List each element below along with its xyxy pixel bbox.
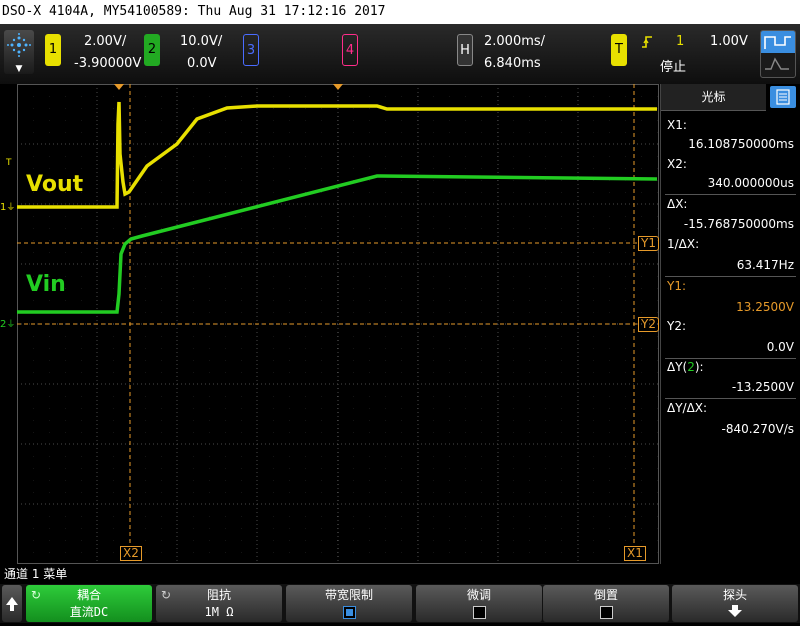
x1-label: X1: bbox=[667, 118, 687, 132]
control-bar: ▼ 1 2.00V/ -3.90000V 2 10.0V/ 0.0V 3 4 H… bbox=[0, 24, 800, 84]
fine-checkbox[interactable] bbox=[472, 606, 486, 619]
y1-value: 13.2500V bbox=[736, 300, 794, 314]
dydx-label: ΔY/ΔX: bbox=[667, 401, 708, 415]
cursor-y1-tag[interactable]: Y1 bbox=[638, 236, 659, 251]
coupling-label: 耦合 bbox=[76, 588, 101, 602]
horizontal-button[interactable]: H bbox=[457, 34, 473, 66]
ch1-ground-marker[interactable]: 1⏚ bbox=[0, 201, 17, 215]
y2-value: 0.0V bbox=[766, 340, 794, 354]
cursor-x2-tag[interactable]: X2 bbox=[120, 546, 142, 561]
bandwidth-limit-softkey[interactable]: 带宽限制 bbox=[286, 585, 412, 622]
dx-value: -15.768750000ms bbox=[683, 217, 794, 231]
fine-label: 微调 bbox=[466, 588, 491, 602]
channel-2-button[interactable]: 2 bbox=[144, 34, 160, 66]
impedance-value: 1M Ω bbox=[204, 605, 234, 619]
trigger-level-marker[interactable]: T bbox=[6, 158, 12, 168]
graticule bbox=[17, 84, 659, 564]
rising-edge-icon bbox=[641, 34, 653, 53]
vin-label: Vin bbox=[26, 272, 66, 297]
y1-label: Y1: bbox=[667, 279, 687, 293]
coupling-cycle-icon: ↻ bbox=[31, 588, 42, 602]
probe-softkey[interactable]: 探头 bbox=[672, 585, 798, 622]
menu-title: 通道 1 菜单 bbox=[0, 564, 800, 584]
cursor-x1-tag[interactable]: X1 bbox=[624, 546, 646, 561]
menu-list-icon[interactable] bbox=[770, 86, 796, 108]
bandwidth-limit-checkbox[interactable] bbox=[342, 606, 356, 619]
channel-3-button[interactable]: 3 bbox=[243, 34, 259, 66]
ch2-scale: 10.0V/ bbox=[180, 34, 223, 49]
inv-dx-label: 1/ΔX: bbox=[667, 237, 700, 251]
vout-label: Vout bbox=[26, 172, 84, 197]
run-status: 停止 bbox=[660, 60, 687, 75]
y2-label: Y2: bbox=[667, 319, 687, 333]
impedance-cycle-icon: ↻ bbox=[161, 588, 172, 602]
trigger-level: 1.00V bbox=[710, 34, 748, 49]
fine-softkey[interactable]: 微调 bbox=[416, 585, 542, 622]
dydx-value: -840.270V/s bbox=[721, 422, 794, 436]
ch2-ground-marker[interactable]: 2⏚ bbox=[0, 318, 17, 332]
waveform-display[interactable]: Vout Vin Y1 Y2 X2 X1 bbox=[17, 84, 659, 564]
horizontal-scale: 2.000ms/ bbox=[484, 34, 546, 49]
invert-checkbox[interactable] bbox=[599, 606, 613, 619]
impedance-softkey[interactable]: 阻抗 1M Ω bbox=[156, 585, 282, 622]
up-arrow-icon[interactable] bbox=[2, 585, 22, 622]
bandwidth-limit-label: 带宽限制 bbox=[324, 588, 373, 602]
dx-label: ΔX: bbox=[667, 197, 688, 211]
trigger-source: 1 bbox=[676, 34, 685, 49]
channel-4-button[interactable]: 4 bbox=[342, 34, 358, 66]
title-bar: DSO-X 4104A, MY54100589: Thu Aug 31 17:1… bbox=[0, 0, 800, 24]
x1-value: 16.108750000ms bbox=[688, 137, 794, 151]
keysight-logo-icon[interactable]: ▼ bbox=[4, 30, 34, 74]
inv-dx-value: 63.417Hz bbox=[736, 258, 794, 272]
channel-1-button[interactable]: 1 bbox=[45, 34, 61, 66]
coupling-softkey[interactable]: 耦合 直流DC bbox=[26, 585, 152, 622]
invert-softkey[interactable]: 倒置 bbox=[543, 585, 669, 622]
ch2-offset: 0.0V bbox=[187, 56, 217, 71]
softkey-bar: 耦合 直流DC 阻抗 1M Ω 带宽限制 微调 倒置 探头 ↻ ↻ bbox=[0, 584, 800, 623]
dy-value: -13.2500V bbox=[731, 380, 794, 394]
cursor-y2-tag[interactable]: Y2 bbox=[638, 317, 659, 332]
coupling-value: 直流DC bbox=[69, 605, 109, 619]
ch1-offset: -3.90000V bbox=[74, 56, 142, 71]
x2-label: X2: bbox=[667, 157, 687, 171]
impedance-label: 阻抗 bbox=[206, 588, 231, 602]
cursor-panel: 光标 X1: 16.108750000ms X2: 340.000000us Δ… bbox=[660, 84, 800, 564]
dy-label: ΔY(2): bbox=[667, 360, 704, 374]
probe-label: 探头 bbox=[722, 588, 747, 602]
cursor-mode-icon[interactable] bbox=[760, 30, 796, 78]
ch1-scale: 2.00V/ bbox=[84, 34, 127, 49]
trigger-button[interactable]: T bbox=[611, 34, 627, 66]
x2-value: 340.000000us bbox=[707, 176, 794, 190]
cursor-tab[interactable]: 光标 bbox=[661, 84, 766, 111]
invert-label: 倒置 bbox=[593, 588, 618, 602]
down-arrow-icon bbox=[672, 604, 798, 622]
horizontal-delay: 6.840ms bbox=[484, 56, 541, 71]
